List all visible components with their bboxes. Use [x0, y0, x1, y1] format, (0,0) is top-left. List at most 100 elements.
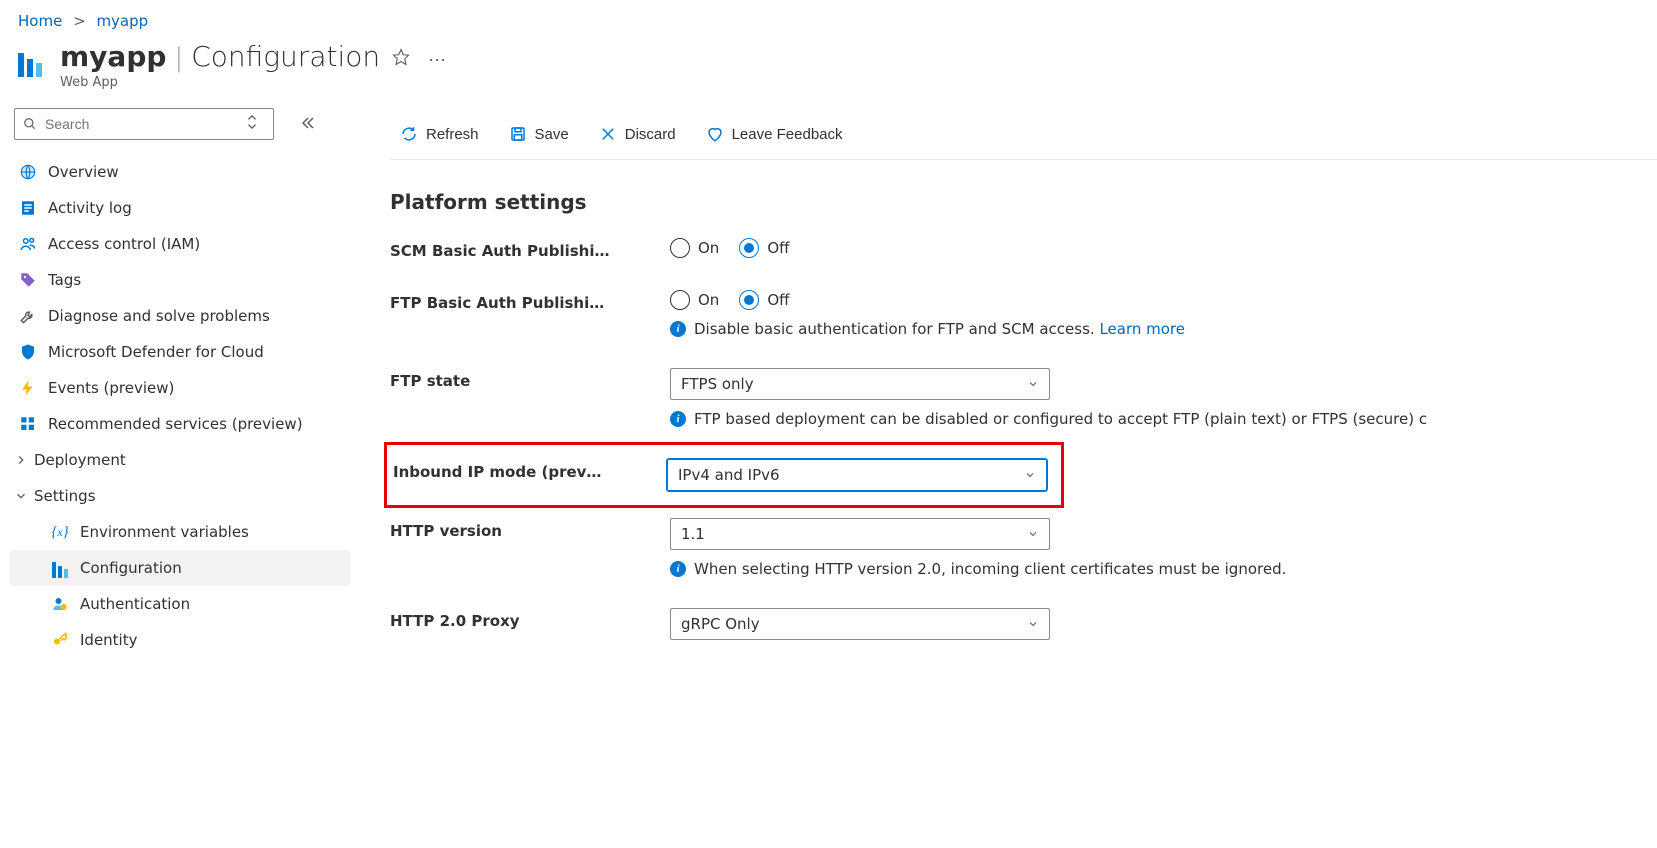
sidebar-group-settings[interactable]: Settings — [10, 478, 350, 514]
people-icon — [18, 234, 38, 254]
field-ftp-state: FTP state FTPS only i FTP based deployme… — [390, 368, 1657, 428]
field-ftp-auth: FTP Basic Auth Publishi… On Off i Disabl… — [390, 290, 1657, 338]
radio-icon — [739, 290, 759, 310]
collapse-sidebar-button[interactable] — [294, 109, 322, 140]
search-input[interactable] — [43, 115, 245, 133]
save-button[interactable]: Save — [499, 119, 579, 149]
save-icon — [509, 125, 527, 143]
field-http-version: HTTP version 1.1 i When selecting HTTP v… — [390, 518, 1657, 578]
select-http-version[interactable]: 1.1 — [670, 518, 1050, 550]
info-auth: i Disable basic authentication for FTP a… — [670, 320, 1657, 338]
select-http2-proxy[interactable]: gRPC Only — [670, 608, 1050, 640]
sidebar-item-configuration[interactable]: Configuration — [10, 550, 350, 586]
discard-button[interactable]: Discard — [589, 119, 686, 149]
field-label: Inbound IP mode (prev… — [387, 459, 667, 481]
select-value: FTPS only — [681, 375, 754, 393]
select-value: 1.1 — [681, 525, 705, 543]
braces-icon: {x} — [50, 522, 70, 542]
select-inbound-ip[interactable]: IPv4 and IPv6 — [667, 459, 1047, 491]
breadcrumb: Home > myapp — [0, 0, 1657, 40]
globe-icon — [18, 162, 38, 182]
field-label: FTP state — [390, 368, 670, 390]
select-value: IPv4 and IPv6 — [678, 466, 780, 484]
sidebar-item-label: Tags — [48, 270, 81, 290]
info-icon: i — [670, 411, 686, 427]
info-http-version: i When selecting HTTP version 2.0, incom… — [670, 560, 1657, 578]
sidebar-item-tags[interactable]: Tags — [10, 262, 350, 298]
grid-icon — [18, 414, 38, 434]
learn-more-link[interactable]: Learn more — [1099, 320, 1185, 338]
radio-label: Off — [767, 291, 789, 309]
sidebar-search[interactable] — [14, 108, 274, 140]
sidebar-item-label: Microsoft Defender for Cloud — [48, 342, 264, 362]
chevron-down-icon — [1027, 618, 1039, 630]
breadcrumb-home[interactable]: Home — [18, 12, 62, 30]
info-ftp-state: i FTP based deployment can be disabled o… — [670, 410, 1657, 428]
sidebar-group-deployment[interactable]: Deployment — [10, 442, 350, 478]
radio-label: On — [698, 291, 719, 309]
radio-icon — [739, 238, 759, 258]
sidebar-item-label: Identity — [80, 630, 138, 650]
sidebar-item-label: Configuration — [80, 558, 182, 578]
chevron-down-icon — [1027, 528, 1039, 540]
sidebar-item-envvars[interactable]: {x} Environment variables — [10, 514, 350, 550]
toolbar-label: Save — [535, 126, 569, 143]
breadcrumb-separator: > — [73, 12, 86, 30]
info-icon: i — [670, 561, 686, 577]
info-text: Disable basic authentication for FTP and… — [694, 320, 1095, 338]
sidebar-item-identity[interactable]: Identity — [10, 622, 350, 658]
search-icon — [23, 117, 37, 131]
app-service-icon — [50, 558, 70, 578]
radio-ftp-off[interactable]: Off — [739, 290, 789, 310]
sidebar-item-label: Deployment — [34, 450, 126, 470]
toolbar-label: Leave Feedback — [732, 126, 843, 143]
radio-label: On — [698, 239, 719, 257]
sidebar-item-label: Overview — [48, 162, 119, 182]
sidebar-item-iam[interactable]: Access control (IAM) — [10, 226, 350, 262]
field-label: HTTP 2.0 Proxy — [390, 608, 670, 630]
select-value: gRPC Only — [681, 615, 760, 633]
sidebar-item-recommended[interactable]: Recommended services (preview) — [10, 406, 350, 442]
sidebar-item-defender[interactable]: Microsoft Defender for Cloud — [10, 334, 350, 370]
breadcrumb-app[interactable]: myapp — [96, 12, 148, 30]
radio-icon — [670, 238, 690, 258]
title-divider: | — [174, 43, 183, 73]
shield-icon — [18, 342, 38, 362]
sidebar-item-label: Access control (IAM) — [48, 234, 200, 254]
radio-label: Off — [767, 239, 789, 257]
sidebar-item-label: Authentication — [80, 594, 190, 614]
field-label: HTTP version — [390, 518, 670, 540]
page-title-app: myapp — [60, 40, 166, 73]
sidebar-item-events[interactable]: Events (preview) — [10, 370, 350, 406]
sidebar-item-activity[interactable]: Activity log — [10, 190, 350, 226]
radio-ftp-on[interactable]: On — [670, 290, 719, 310]
refresh-button[interactable]: Refresh — [390, 119, 489, 149]
select-ftp-state[interactable]: FTPS only — [670, 368, 1050, 400]
sidebar-item-authentication[interactable]: Authentication — [10, 586, 350, 622]
close-icon — [599, 125, 617, 143]
page-subtitle: Web App — [60, 75, 452, 90]
sidebar-item-overview[interactable]: Overview — [10, 154, 350, 190]
app-service-icon — [18, 51, 46, 79]
field-http2-proxy: HTTP 2.0 Proxy gRPC Only — [390, 608, 1657, 640]
sidebar-item-label: Events (preview) — [48, 378, 174, 398]
radio-scm-on[interactable]: On — [670, 238, 719, 258]
info-text: When selecting HTTP version 2.0, incomin… — [694, 560, 1286, 578]
favorite-button[interactable] — [386, 44, 416, 75]
refresh-icon — [400, 125, 418, 143]
chevron-down-icon — [14, 489, 28, 503]
star-icon — [392, 48, 410, 66]
toolbar-label: Discard — [625, 126, 676, 143]
toolbar-label: Refresh — [426, 126, 479, 143]
more-button[interactable]: ⋯ — [422, 46, 452, 75]
key-icon — [50, 630, 70, 650]
field-label: FTP Basic Auth Publishi… — [390, 290, 670, 312]
radio-scm-off[interactable]: Off — [739, 238, 789, 258]
lightning-icon — [18, 378, 38, 398]
activity-log-icon — [18, 198, 38, 218]
highlight-inbound-ip: Inbound IP mode (prev… IPv4 and IPv6 — [384, 442, 1064, 508]
updown-icon — [245, 115, 265, 133]
feedback-button[interactable]: Leave Feedback — [696, 119, 853, 149]
sidebar-item-label: Settings — [34, 486, 96, 506]
sidebar-item-diagnose[interactable]: Diagnose and solve problems — [10, 298, 350, 334]
